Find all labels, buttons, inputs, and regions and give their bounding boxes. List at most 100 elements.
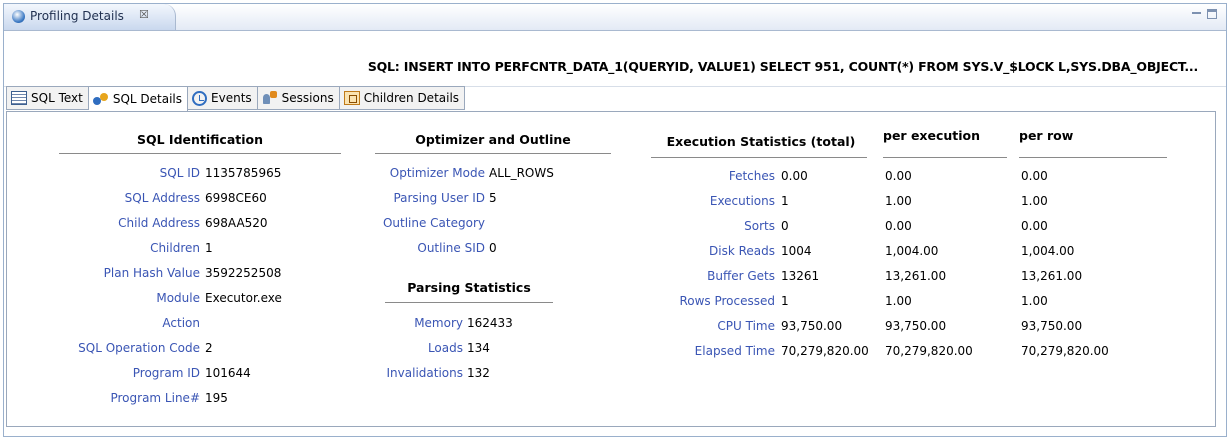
fetches-total: 0.00 [781, 169, 808, 183]
per-row-heading: per row [1019, 128, 1074, 143]
section-divider [651, 157, 867, 158]
parsing-statistics-heading: Parsing Statistics [407, 280, 531, 295]
outline-sid-label: Outline SID [417, 241, 485, 255]
executions-label: Executions [709, 194, 775, 208]
tab-label: Sessions [281, 91, 334, 105]
executions-total: 1 [781, 194, 789, 208]
section-divider [385, 302, 553, 303]
fetches-per-row: 0.00 [1021, 169, 1048, 183]
disk-reads-per-row: 1,004.00 [1021, 244, 1075, 258]
rows-processed-per-row: 1.00 [1021, 294, 1048, 308]
sql-address-value: 6998CE60 [205, 191, 267, 205]
action-label: Action [162, 316, 200, 330]
sessions-icon [262, 91, 278, 105]
disk-reads-per-exec: 1,004.00 [885, 244, 939, 258]
program-line-value: 195 [205, 391, 228, 405]
program-line-label: Program Line# [110, 391, 200, 405]
tab-label: Children Details [363, 91, 460, 105]
cpu-time-per-row: 93,750.00 [1021, 319, 1083, 333]
close-icon[interactable]: ☒ [139, 8, 149, 21]
executions-per-exec: 1.00 [885, 194, 912, 208]
parsing-user-id-value: 5 [489, 191, 497, 205]
tab-sql-details[interactable]: SQL Details [88, 86, 189, 112]
parsing-user-id-label: Parsing User ID [393, 191, 485, 205]
program-id-value: 101644 [205, 366, 251, 380]
buffer-gets-total: 13261 [781, 269, 820, 283]
module-label: Module [156, 291, 200, 305]
section-divider [375, 153, 611, 154]
rows-processed-label: Rows Processed [679, 294, 775, 308]
invalidations-value: 132 [467, 366, 490, 380]
buffer-gets-label: Buffer Gets [707, 269, 775, 283]
optimizer-mode-value: ALL_ROWS [489, 166, 554, 180]
view-tab-bar: Profiling Details ☒ [4, 4, 1226, 31]
children-value: 1 [205, 241, 213, 255]
fetches-per-exec: 0.00 [885, 169, 912, 183]
sql-statement-bar: SQL: INSERT INTO PERFCNTR_DATA_1(QUERYID… [4, 30, 1226, 87]
elapsed-time-per-row: 70,279,820.00 [1021, 344, 1109, 358]
sorts-total: 0 [781, 219, 789, 233]
tab-label: SQL Details [112, 92, 183, 106]
invalidations-label: Invalidations [386, 366, 463, 380]
rows-processed-per-exec: 1.00 [885, 294, 912, 308]
children-label: Children [150, 241, 200, 255]
child-address-value: 698AA520 [205, 216, 268, 230]
outline-category-label: Outline Category [382, 216, 485, 230]
memory-label: Memory [414, 316, 463, 330]
per-execution-heading: per execution [883, 128, 981, 143]
module-value: Executor.exe [205, 291, 282, 305]
section-divider [1019, 157, 1167, 158]
sql-identification-heading: SQL Identification [136, 132, 264, 147]
disk-reads-total: 1004 [781, 244, 812, 258]
sql-address-label: SQL Address [124, 191, 200, 205]
outline-sid-value: 0 [489, 241, 497, 255]
view-tab-profiling-details[interactable]: Profiling Details ☒ [4, 4, 176, 30]
section-divider [59, 153, 341, 154]
minimize-icon[interactable] [1192, 9, 1202, 19]
sorts-per-row: 0.00 [1021, 219, 1048, 233]
maximize-icon[interactable] [1207, 9, 1217, 19]
elapsed-time-label: Elapsed Time [694, 344, 775, 358]
sql-operation-code-label: SQL Operation Code [78, 341, 200, 355]
sorts-per-exec: 0.00 [885, 219, 912, 233]
details-tab-strip: SQL Text SQL Details Events Sessions Chi… [6, 86, 466, 112]
buffer-gets-per-row: 13,261.00 [1021, 269, 1083, 283]
sql-id-value: 1135785965 [205, 166, 282, 180]
cpu-time-per-exec: 93,750.00 [885, 319, 947, 333]
tab-sql-text[interactable]: SQL Text [6, 86, 89, 110]
memory-value: 162433 [467, 316, 513, 330]
cpu-time-label: CPU Time [717, 319, 775, 333]
executions-per-row: 1.00 [1021, 194, 1048, 208]
optimizer-outline-heading: Optimizer and Outline [415, 132, 571, 147]
cpu-time-total: 93,750.00 [781, 319, 843, 333]
tab-sessions[interactable]: Sessions [257, 86, 340, 110]
tab-children-details[interactable]: Children Details [339, 86, 466, 110]
execution-statistics-heading: Execution Statistics (total) [666, 134, 856, 149]
child-address-label: Child Address [118, 216, 200, 230]
plan-hash-value-label: Plan Hash Value [103, 266, 200, 280]
plan-hash-value-value: 3592252508 [205, 266, 282, 280]
optimizer-mode-label: Optimizer Mode [389, 166, 485, 180]
sql-details-panel: SQL Identification SQL ID 1135785965 SQL… [6, 111, 1216, 427]
view-tab-title: Profiling Details [30, 9, 124, 23]
tab-label: SQL Text [31, 91, 83, 105]
sql-operation-code-value: 2 [205, 341, 213, 355]
sorts-label: Sorts [744, 219, 775, 233]
section-divider [883, 157, 1007, 158]
elapsed-time-total: 70,279,820.00 [781, 344, 869, 358]
loads-label: Loads [427, 341, 463, 355]
sql-id-label: SQL ID [159, 166, 200, 180]
events-icon [192, 90, 208, 106]
tab-label: Events [211, 91, 252, 105]
tab-events[interactable]: Events [188, 86, 258, 110]
sql-details-icon [92, 92, 109, 106]
loads-value: 134 [467, 341, 490, 355]
sql-text-icon [11, 91, 27, 105]
elapsed-time-per-exec: 70,279,820.00 [885, 344, 973, 358]
children-details-icon [343, 91, 360, 105]
buffer-gets-per-exec: 13,261.00 [885, 269, 947, 283]
rows-processed-total: 1 [781, 294, 789, 308]
program-id-label: Program ID [132, 366, 200, 380]
sql-statement-text: SQL: INSERT INTO PERFCNTR_DATA_1(QUERYID… [367, 59, 1198, 74]
disk-reads-label: Disk Reads [709, 244, 775, 258]
